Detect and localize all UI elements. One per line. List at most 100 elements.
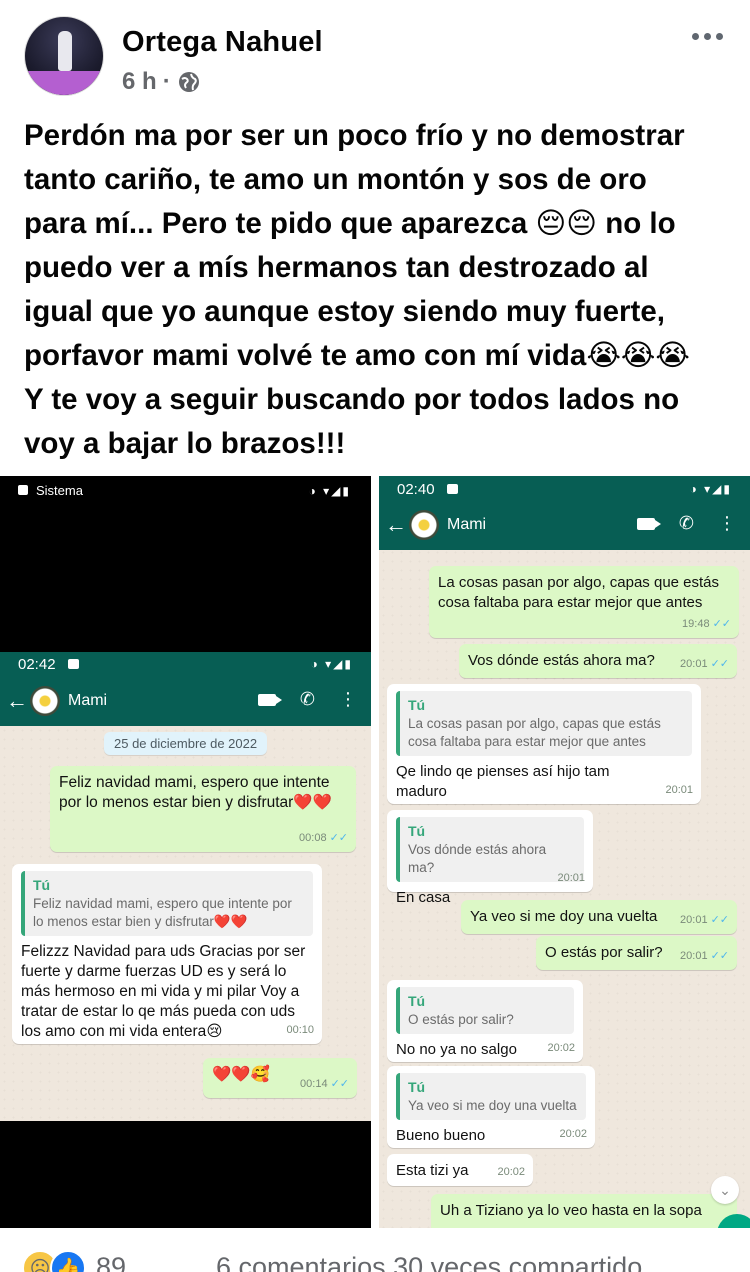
back-arrow-icon[interactable]: ←: [6, 688, 28, 714]
quote-text: Ya veo si me doy una vuelta: [408, 1098, 577, 1113]
reply-bubble[interactable]: Tú La cosas pasan por algo, capas que es…: [387, 684, 701, 804]
avatar[interactable]: [24, 16, 104, 96]
message-time: 20:01: [557, 872, 585, 884]
menu-icon[interactable]: ⋮: [718, 514, 736, 532]
meta-separator: ·: [162, 68, 171, 95]
message-text: Qe lindo qe pienses así hijo tam maduro: [396, 763, 610, 800]
message-text: Felizzz Navidad para uds Gracias por ser…: [21, 943, 306, 1040]
quote-author: Tú: [408, 697, 426, 713]
engagement-stats[interactable]: 6 comentarios 30 veces compartido: [216, 1252, 642, 1272]
contact-name[interactable]: Mami: [68, 692, 107, 710]
phone-status-bar: 02:42 ◑ ▾◢▮: [0, 652, 371, 676]
date-pill: 25 de diciembre de 2022: [104, 732, 268, 755]
signal-icons: ◑ ▾◢▮: [310, 657, 353, 671]
message-time: 00:08 ✓✓: [299, 832, 348, 844]
system-label: Sistema: [36, 482, 83, 498]
phone-status-bar: 02:40 ◑ ▾◢▮: [379, 476, 750, 500]
phone-icon[interactable]: ✆: [300, 690, 315, 708]
chat-area: 25 de diciembre de 2022 Feliz navidad ma…: [0, 726, 371, 1121]
status-time: 02:40: [397, 480, 435, 498]
contact-avatar[interactable]: [30, 686, 60, 716]
chat-header: ← Mami ✆ ⋮: [379, 500, 750, 550]
reply-bubble[interactable]: Tú Vos dónde estás ahora ma? En casa 20:…: [387, 810, 593, 906]
reply-bubble[interactable]: Tú Feliz navidad mami, espero que intent…: [12, 864, 322, 1044]
quote-text: Vos dónde estás ahora ma?: [408, 842, 547, 875]
back-arrow-icon[interactable]: ←: [385, 512, 407, 538]
post-line: tanto cariño, te amo un montón y sos de …: [24, 163, 647, 196]
avatar-band: [25, 71, 103, 95]
quoted-message[interactable]: Tú O estás por salir?: [396, 987, 574, 1034]
screenshot-right[interactable]: 02:40 ◑ ▾◢▮ ← Mami ✆ ⋮ La cosas pasan po…: [379, 476, 750, 1228]
signal-icons: ◑ ▾◢▮: [689, 482, 732, 496]
quote-text: Feliz navidad mami, espero que intente p…: [33, 896, 292, 929]
more-options-icon[interactable]: [692, 28, 728, 44]
quote-text: La cosas pasan por algo, capas que estás…: [408, 716, 661, 749]
post-line: Y te voy a seguir buscando por todos lad…: [24, 383, 680, 416]
quote-author: Tú: [408, 1079, 426, 1095]
contact-name[interactable]: Mami: [447, 516, 486, 534]
message-time: 00:14 ✓✓: [300, 1078, 349, 1090]
status-time: 02:42: [18, 655, 56, 673]
quote-author: Tú: [33, 877, 51, 893]
like-reaction-icon: 👍: [50, 1250, 86, 1272]
video-call-icon[interactable]: [257, 694, 282, 706]
quoted-message[interactable]: Tú Vos dónde estás ahora ma?: [396, 817, 584, 882]
contact-avatar[interactable]: [409, 510, 439, 540]
post-text: Perdón ma por ser un poco frío y no demo…: [24, 114, 730, 466]
globe-icon: [178, 72, 199, 92]
message-bubble[interactable]: Feliz navidad mami, espero que intente p…: [50, 766, 356, 852]
phone-icon[interactable]: ✆: [679, 514, 694, 532]
chat-header: ← Mami ✆ ⋮: [0, 676, 371, 726]
message-bubble[interactable]: La cosas pasan por algo, capas que estás…: [429, 566, 739, 638]
post-meta: 6 h ·: [122, 68, 201, 96]
notification-icon: [18, 485, 28, 495]
post-line: Perdón ma por ser un poco frío y no demo…: [24, 119, 685, 152]
message-bubble[interactable]: O estás por salir? 20:01 ✓✓: [536, 936, 737, 970]
system-status-bar: Sistema ◑ ▾◢▮: [0, 476, 371, 504]
reactions[interactable]: ☹ 👍: [22, 1250, 86, 1272]
message-bubble[interactable]: Esta tizi ya 20:02: [387, 1154, 533, 1186]
post-line: puedo ver a mís hermanos tan destrozado …: [24, 251, 649, 284]
quoted-message[interactable]: Tú La cosas pasan por algo, capas que es…: [396, 691, 692, 756]
message-text: La cosas pasan por algo, capas que estás…: [438, 574, 720, 611]
gallery-icon: [446, 484, 458, 494]
message-text: Bueno bueno: [396, 1127, 486, 1144]
signal-icons: ◑ ▾◢▮: [308, 484, 351, 498]
message-time: 20:01 ✓✓: [680, 950, 729, 962]
post-header: Ortega Nahuel 6 h ·: [0, 0, 750, 108]
message-time: 19:48 ✓✓: [682, 618, 731, 630]
screenshot-left[interactable]: Sistema ◑ ▾◢▮ 02:42 ◑ ▾◢▮ ← Mami ✆ ⋮ 25 …: [0, 476, 371, 1228]
message-text: Uh a Tiziano ya lo veo hasta en la sopa: [440, 1202, 702, 1219]
message-text: Feliz navidad mami, espero que intente p…: [59, 774, 332, 811]
video-call-icon[interactable]: [636, 518, 661, 530]
reply-bubble[interactable]: Tú Ya veo si me doy una vuelta Bueno bue…: [387, 1066, 595, 1148]
quote-author: Tú: [408, 823, 426, 839]
message-bubble[interactable]: ❤️❤️🥰 00:14 ✓✓: [203, 1058, 357, 1098]
message-bubble[interactable]: Uh a Tiziano ya lo veo hasta en la sopa: [431, 1194, 737, 1228]
avatar-figure: [58, 31, 72, 71]
message-time: 20:02: [547, 1042, 575, 1054]
message-bubble[interactable]: Vos dónde estás ahora ma? 20:01 ✓✓: [459, 644, 737, 678]
author-name[interactable]: Ortega Nahuel: [122, 26, 323, 59]
post-line: voy a bajar lo brazos!!!: [24, 427, 346, 460]
message-bubble[interactable]: Ya veo si me doy una vuelta 20:01 ✓✓: [461, 900, 737, 934]
scroll-down-icon[interactable]: ⌄: [711, 1176, 739, 1204]
post-line: para mí... Pero te pido que aparezca 😔😔 …: [24, 207, 676, 240]
message-time: 20:01 ✓✓: [680, 658, 729, 670]
reply-bubble[interactable]: Tú O estás por salir? No no ya no salgo …: [387, 980, 583, 1062]
post-line: porfavor mami volvé te amo con mí vida😭😭…: [24, 339, 690, 372]
post-time[interactable]: 6 h: [122, 68, 157, 96]
message-time: 20:02: [559, 1128, 587, 1140]
message-time: 20:01 ✓✓: [680, 914, 729, 926]
gallery-icon: [67, 659, 79, 669]
quoted-message[interactable]: Tú Ya veo si me doy una vuelta: [396, 1073, 586, 1120]
whatsapp-header: 02:40 ◑ ▾◢▮ ← Mami ✆ ⋮: [379, 476, 750, 550]
quoted-message[interactable]: Tú Feliz navidad mami, espero que intent…: [21, 871, 313, 936]
quote-text: O estás por salir?: [408, 1012, 514, 1027]
post-line: igual que yo aunque estoy siendo muy fue…: [24, 295, 665, 328]
reactions-count[interactable]: 89: [96, 1252, 126, 1272]
message-time: 20:02: [497, 1166, 525, 1178]
message-time: 00:10: [286, 1024, 314, 1036]
post-footer: ☹ 👍 89 6 comentarios 30 veces compartido: [0, 1236, 750, 1272]
menu-icon[interactable]: ⋮: [339, 690, 357, 708]
